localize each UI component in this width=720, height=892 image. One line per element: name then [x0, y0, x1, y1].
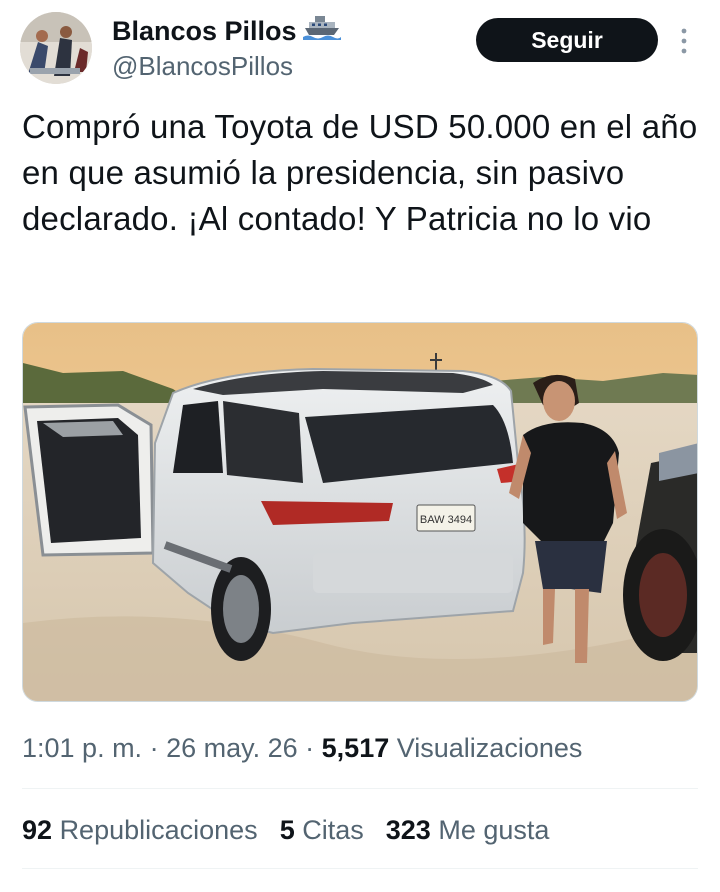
tweet-time[interactable]: 1:01 p. m. [22, 733, 142, 763]
more-options-icon[interactable] [678, 26, 690, 56]
ship-emoji-icon [302, 14, 341, 47]
tweet-header: Blancos Pillos @BlancosPillos Seguir [0, 0, 720, 100]
engagement-stats: 92 Republicaciones 5 Citas 323 Me gusta [22, 812, 549, 848]
tweet-meta: 1:01 p. m. · 26 may. 26 · 5,517 Visualiz… [22, 733, 583, 763]
views-count: 5,517 [321, 733, 390, 763]
follow-button[interactable]: Seguir [476, 18, 658, 62]
quotes-stat[interactable]: 5 Citas [280, 812, 364, 848]
license-plate: BAW 3494 [420, 514, 472, 526]
display-name[interactable]: Blancos Pillos [112, 14, 341, 47]
user-handle[interactable]: @BlancosPillos [112, 50, 293, 82]
tweet-date[interactable]: 26 may. 26 [166, 733, 298, 763]
reposts-stat[interactable]: 92 Republicaciones [22, 812, 258, 848]
avatar[interactable] [20, 12, 92, 84]
views-label: Visualizaciones [396, 733, 583, 763]
tweet-text: Compró una Toyota de USD 50.000 en el añ… [22, 108, 698, 237]
tweet-media-photo[interactable]: BAW 3494 [22, 322, 698, 702]
likes-stat[interactable]: 323 Me gusta [386, 812, 550, 848]
divider [22, 868, 698, 869]
suv-on-beach-photo: BAW 3494 [23, 323, 697, 701]
divider [22, 788, 698, 789]
